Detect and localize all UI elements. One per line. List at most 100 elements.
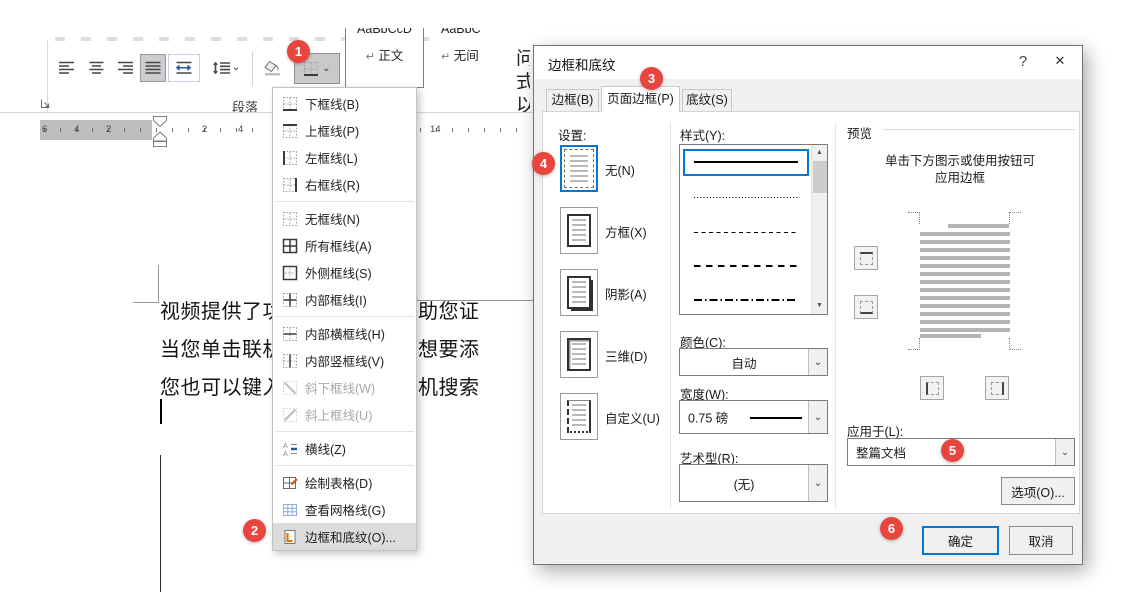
- line-style-list: ▲ ▼: [679, 144, 828, 315]
- hanging-indent-marker[interactable]: [154, 132, 167, 141]
- chevron-down-icon: ⌄: [232, 63, 240, 73]
- scrollbar-thumb[interactable]: [813, 161, 827, 193]
- align-left-button[interactable]: [54, 54, 80, 82]
- line-style-solid[interactable]: [683, 149, 809, 176]
- page-thumbnail-icon: [567, 276, 591, 309]
- preview-corner-mark: [1009, 212, 1021, 224]
- setting-box-thumbnail[interactable]: [560, 207, 598, 254]
- borders-and-shading-icon: [282, 529, 298, 545]
- ruler-number: 6: [42, 124, 47, 135]
- ok-button[interactable]: 确定: [922, 526, 999, 555]
- preview-left-border-button[interactable]: [920, 376, 944, 400]
- menu-item-no-border[interactable]: 无框线(N): [273, 205, 416, 232]
- menu-item-view-gridlines[interactable]: 查看网格线(G): [273, 496, 416, 523]
- menu-item-draw-table[interactable]: 绘制表格(D): [273, 469, 416, 496]
- close-button[interactable]: ✕: [1047, 53, 1073, 69]
- chevron-down-icon[interactable]: ⌄: [808, 465, 827, 501]
- paragraph-mark-icon: ↵: [441, 51, 450, 63]
- color-value: 自动: [680, 349, 808, 375]
- cancel-button[interactable]: 取消: [1009, 526, 1073, 555]
- width-value: 0.75 磅: [688, 408, 728, 427]
- preview-top-border-button[interactable]: [854, 246, 878, 270]
- paragraph-group-label: 段落: [210, 97, 280, 116]
- align-center-button[interactable]: [84, 54, 110, 82]
- menu-item-all-borders[interactable]: 所有框线(A): [273, 232, 416, 259]
- preview-right-border-button[interactable]: [985, 376, 1009, 400]
- paragraph-mark-icon: ↵: [366, 51, 375, 63]
- color-dropdown[interactable]: 自动 ⌄: [679, 348, 828, 376]
- setting-3d-thumbnail[interactable]: [560, 331, 598, 378]
- menu-separator: [275, 316, 414, 317]
- menu-item-inside-vertical-border[interactable]: 内部竖框线(V): [273, 347, 416, 374]
- border-diagonal-down-icon: [282, 380, 298, 396]
- left-indent-marker[interactable]: [154, 142, 167, 147]
- align-right-icon: [116, 60, 134, 76]
- svg-text:A: A: [283, 451, 288, 457]
- menu-item-borders-and-shading[interactable]: 边框和底纹(O)...: [273, 523, 416, 550]
- setting-3d-label: 三维(D): [605, 346, 647, 365]
- apply-to-value: 整篇文档: [856, 443, 906, 462]
- chevron-down-icon[interactable]: ⌄: [808, 349, 827, 375]
- document-edge-line: [160, 455, 161, 592]
- indent-markers[interactable]: [150, 116, 170, 152]
- chevron-down-icon[interactable]: ⌄: [1055, 439, 1074, 465]
- border-top-icon: [282, 123, 298, 139]
- distribute-button[interactable]: [168, 54, 200, 82]
- menu-item-bottom-border[interactable]: 下框线(B): [273, 90, 416, 117]
- align-left-icon: [58, 60, 76, 76]
- setting-shadow-thumbnail[interactable]: [560, 269, 598, 316]
- border-bottom-icon: [282, 96, 298, 112]
- ruler-number: 2: [202, 124, 207, 135]
- border-right-icon: [282, 177, 298, 193]
- shading-button[interactable]: [258, 54, 288, 82]
- setting-none-thumbnail[interactable]: [560, 145, 598, 192]
- ruler-number: 4: [238, 124, 243, 135]
- menu-item-top-border[interactable]: 上框线(P): [273, 117, 416, 144]
- menu-item-inside-horizontal-border[interactable]: 内部横框线(H): [273, 320, 416, 347]
- first-line-indent-marker[interactable]: [154, 117, 167, 127]
- menu-item-inside-borders[interactable]: 内部框线(I): [273, 286, 416, 313]
- occluded-text-fragment: 以: [516, 90, 530, 112]
- justify-button[interactable]: [140, 54, 166, 82]
- menu-item-right-border[interactable]: 右框线(R): [273, 171, 416, 198]
- tab-shading[interactable]: 底纹(S): [682, 89, 732, 112]
- menu-item-horizontal-line[interactable]: AA 横线(Z): [273, 435, 416, 462]
- style-gallery-normal[interactable]: AaBbCcD ↵ 正文: [345, 28, 424, 88]
- width-dropdown[interactable]: 0.75 磅 ⌄: [679, 400, 828, 434]
- document-text-line: 机搜索: [418, 371, 480, 400]
- art-value: (无): [680, 465, 808, 501]
- align-right-button[interactable]: [112, 54, 138, 82]
- document-text-line: 想要添: [418, 333, 480, 362]
- text-boundary-mark: [133, 302, 159, 303]
- menu-item-outside-borders[interactable]: 外侧框线(S): [273, 259, 416, 286]
- help-button[interactable]: ?: [1012, 53, 1034, 70]
- style-list-scrollbar[interactable]: ▲ ▼: [811, 145, 827, 314]
- line-spacing-button[interactable]: ⌄: [206, 54, 246, 82]
- style-name: 正文: [378, 49, 403, 63]
- scroll-down-icon[interactable]: ▼: [812, 298, 827, 314]
- border-inside-icon: [282, 292, 298, 308]
- menu-item-left-border[interactable]: 左框线(L): [273, 144, 416, 171]
- step-badge-4: 4: [532, 152, 555, 175]
- border-outside-icon: [282, 265, 298, 281]
- tab-borders[interactable]: 边框(B): [546, 89, 599, 112]
- line-style-dash-dot[interactable]: [694, 299, 798, 301]
- art-dropdown[interactable]: (无) ⌄: [679, 464, 828, 502]
- page-thumbnail-icon: [567, 152, 591, 185]
- preview-bottom-border-button[interactable]: [854, 295, 878, 319]
- setting-custom-thumbnail[interactable]: [560, 393, 598, 440]
- chevron-down-icon[interactable]: ⌄: [808, 401, 827, 433]
- line-style-dotted[interactable]: [694, 197, 798, 198]
- preview-label: 预览: [847, 123, 872, 142]
- dialog-title-bar: 边框和底纹 ? ✕: [534, 46, 1082, 79]
- column-divider: [835, 122, 836, 509]
- preview-corner-mark: [908, 338, 920, 350]
- dialog-title: 边框和底纹: [548, 54, 616, 74]
- line-style-dashed-small[interactable]: [694, 232, 798, 233]
- setting-shadow-label: 阴影(A): [605, 284, 647, 303]
- tab-page-border[interactable]: 页面边框(P): [601, 86, 680, 112]
- setting-custom-label: 自定义(U): [605, 408, 660, 427]
- options-button[interactable]: 选项(O)...: [1001, 477, 1075, 505]
- line-style-dashed-large[interactable]: [694, 265, 798, 267]
- scroll-up-icon[interactable]: ▲: [812, 145, 827, 161]
